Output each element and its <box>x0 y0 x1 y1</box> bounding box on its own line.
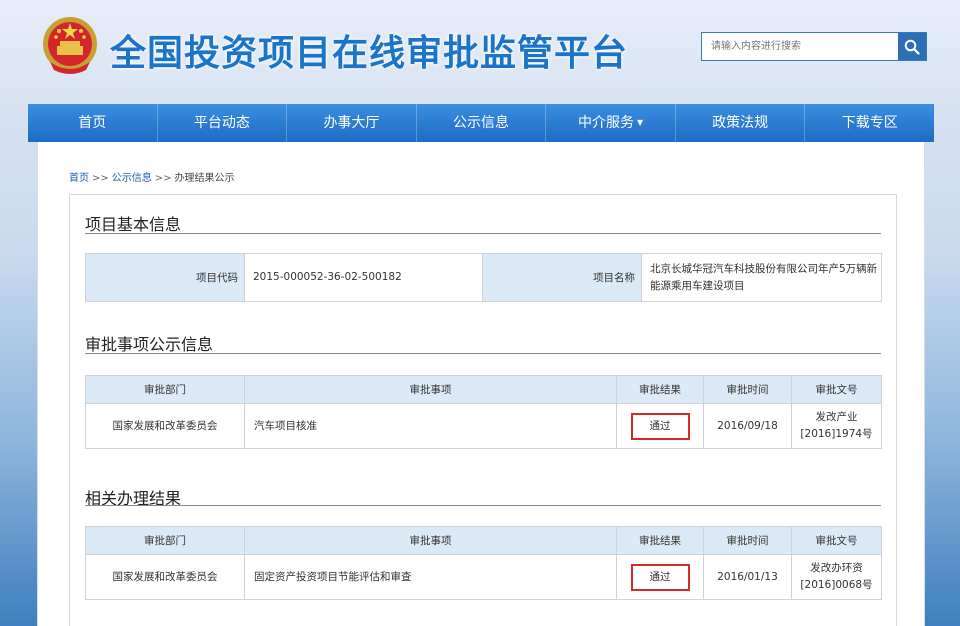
section-divider <box>85 505 881 506</box>
nav-item-service-hall[interactable]: 办事大厅 <box>287 104 417 142</box>
approval-item: 汽车项目核准 <box>244 403 617 449</box>
nav-item-agency-services-label: 中介服务 <box>578 115 635 131</box>
approval-date: 2016/01/13 <box>703 554 792 600</box>
approval-dept: 国家发展和改革委员会 <box>85 403 245 449</box>
table-row: 项目代码 2015-000052-36-02-500182 项目名称 北京长城华… <box>85 253 882 302</box>
section-title-approval-notice: 审批事项公示信息 <box>85 335 214 354</box>
nav-item-agency-services[interactable]: 中介服务 ▼ <box>546 104 676 142</box>
site-title: 全国投资项目在线审批监管平台 <box>110 33 629 74</box>
approval-result-badge: 通过 <box>630 412 690 440</box>
column-header: 审批文号 <box>791 375 882 404</box>
basic-info-table: 项目代码 2015-000052-36-02-500182 项目名称 北京长城华… <box>85 253 882 302</box>
caret-down-icon: ▼ <box>637 118 644 127</box>
site-header: 全国投资项目在线审批监管平台 <box>0 0 960 104</box>
breadcrumb-separator: >> <box>92 173 109 184</box>
approval-item: 固定资产投资项目节能评估和审查 <box>244 554 617 600</box>
doc-number-line: [2016]0068号 <box>800 579 873 591</box>
approval-doc-number: 发改产业 [2016]1974号 <box>791 403 882 449</box>
column-header: 审批部门 <box>85 526 245 555</box>
approval-notice-table: 审批部门 审批事项 审批结果 审批时间 审批文号 国家发展和改革委员会 汽车项目… <box>85 375 882 449</box>
approval-result-cell: 通过 <box>616 403 704 449</box>
table-row: 国家发展和改革委员会 固定资产投资项目节能评估和审查 通过 2016/01/13… <box>85 554 882 600</box>
project-code-value: 2015-000052-36-02-500182 <box>244 253 483 302</box>
approval-date: 2016/09/18 <box>703 403 792 449</box>
project-code-label: 项目代码 <box>85 253 245 302</box>
approval-dept: 国家发展和改革委员会 <box>85 554 245 600</box>
section-divider <box>85 353 881 354</box>
column-header: 审批事项 <box>244 375 617 404</box>
main-nav: 首页 平台动态 办事大厅 公示信息 中介服务 ▼ 政策法规 下载专区 <box>28 104 934 142</box>
nav-item-policies[interactable]: 政策法规 <box>676 104 806 142</box>
search-input[interactable] <box>702 33 898 60</box>
breadcrumb-separator: >> <box>154 173 172 184</box>
search-icon <box>904 39 920 55</box>
nav-item-home[interactable]: 首页 <box>28 104 158 142</box>
approval-result-cell: 通过 <box>616 554 704 600</box>
column-header: 审批时间 <box>703 526 792 555</box>
project-name-label: 项目名称 <box>482 253 642 302</box>
table-header-row: 审批部门 审批事项 审批结果 审批时间 审批文号 <box>85 375 882 404</box>
breadcrumb-public-info[interactable]: 公示信息 <box>112 173 152 184</box>
doc-number-line: 发改产业 <box>815 411 858 423</box>
search-button[interactable] <box>898 33 926 60</box>
related-results-table: 审批部门 审批事项 审批结果 审批时间 审批文号 国家发展和改革委员会 固定资产… <box>85 526 882 600</box>
approval-doc-number: 发改办环资 [2016]0068号 <box>791 554 882 600</box>
column-header: 审批结果 <box>616 526 704 555</box>
result-panel: 项目基本信息 项目代码 2015-000052-36-02-500182 项目名… <box>69 194 897 626</box>
column-header: 审批结果 <box>616 375 704 404</box>
doc-number-line: 发改办环资 <box>810 562 863 574</box>
column-header: 审批事项 <box>244 526 617 555</box>
main-content: 首页 >> 公示信息 >> 办理结果公示 项目基本信息 项目代码 2015-000052… <box>37 142 925 626</box>
table-row: 国家发展和改革委员会 汽车项目核准 通过 2016/09/18 发改产业 [201… <box>85 403 882 449</box>
column-header: 审批文号 <box>791 526 882 555</box>
breadcrumb-current: 办理结果公示 <box>174 173 235 184</box>
table-header-row: 审批部门 审批事项 审批结果 审批时间 审批文号 <box>85 526 882 555</box>
breadcrumb-home[interactable]: 首页 <box>69 173 89 184</box>
column-header: 审批部门 <box>85 375 245 404</box>
nav-item-platform-news[interactable]: 平台动态 <box>158 104 288 142</box>
section-title-basic-info: 项目基本信息 <box>85 215 182 234</box>
national-emblem-icon <box>43 17 97 74</box>
column-header: 审批时间 <box>703 375 792 404</box>
project-name-value: 北京长城华冠汽车科技股份有限公司年产5万辆新能源乘用车建设项目 <box>641 253 882 302</box>
section-divider <box>85 233 881 234</box>
doc-number-line: [2016]1974号 <box>800 428 873 440</box>
nav-item-downloads[interactable]: 下载专区 <box>805 104 934 142</box>
breadcrumb: 首页 >> 公示信息 >> 办理结果公示 <box>69 169 235 184</box>
search-box <box>701 32 927 61</box>
approval-result-badge: 通过 <box>630 563 690 591</box>
nav-item-public-info[interactable]: 公示信息 <box>417 104 547 142</box>
